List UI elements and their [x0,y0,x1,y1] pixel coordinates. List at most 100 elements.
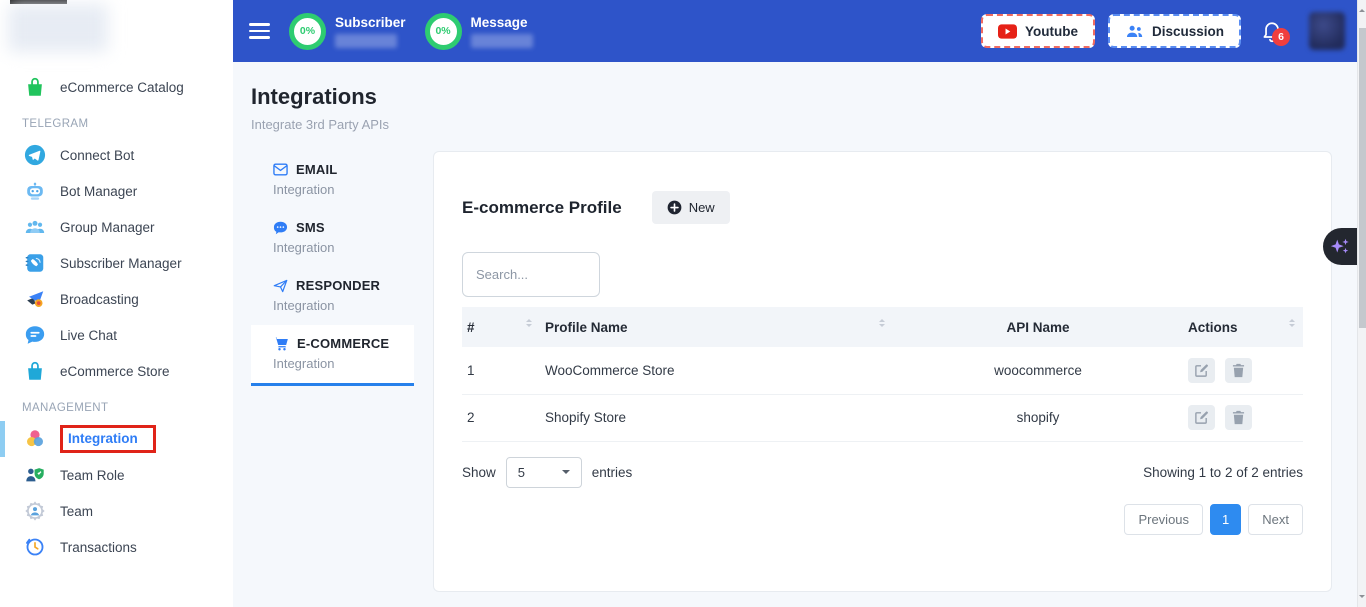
discussion-users-icon [1125,23,1144,39]
profile-name-cell: WooCommerce Store [540,347,893,394]
trash-icon [1232,363,1245,378]
scroll-up-arrow-icon[interactable] [1359,6,1365,12]
edit-pencil-icon [1194,410,1209,425]
sidebar-item-label: Subscriber Manager [60,256,182,271]
sidebar-item-label: Broadcasting [60,292,139,307]
cart-icon [273,336,289,351]
discussion-button[interactable]: Discussion [1108,14,1241,48]
column-header-api-name[interactable]: API Name [893,307,1183,347]
sidebar-item-label: Integration [68,431,138,446]
page-size-select[interactable]: 5 [506,457,582,488]
tab-email-integration[interactable]: EMAIL Integration [251,151,414,209]
sidebar-item-ecommerce-store[interactable]: eCommerce Store [0,353,233,389]
delete-button[interactable] [1225,358,1252,383]
table-row: 1 WooCommerce Store woocommerce [462,347,1303,394]
sidebar-item-broadcasting[interactable]: Broadcasting [0,281,233,317]
sidebar-section-telegram: TELEGRAM [0,105,233,137]
trash-icon [1232,410,1245,425]
column-header-actions[interactable]: Actions [1183,307,1303,347]
delete-button[interactable] [1225,405,1252,430]
redacted-stat-value [471,34,533,48]
page-title: Integrations [251,84,1332,110]
sort-icon [1289,316,1295,330]
table-header-row: # Profile Name API Name Actions [462,307,1303,347]
page-scrollbar[interactable] [1357,0,1366,607]
tab-subtitle: Integration [273,356,414,371]
sidebar-item-group-manager[interactable]: Group Manager [0,209,233,245]
contact-book-icon [24,252,46,274]
robot-icon [24,180,46,202]
api-name-cell: woocommerce [893,347,1183,394]
new-button-label: New [689,200,715,215]
stat-label: Subscriber [335,15,406,30]
column-header-profile-name[interactable]: Profile Name [540,307,893,347]
sidebar-item-label: Group Manager [60,220,155,235]
team-gear-icon [24,500,46,522]
sidebar-item-ecommerce-catalog[interactable]: eCommerce Catalog [0,69,233,105]
main-content: Integrations Integrate 3rd Party APIs EM… [233,62,1357,607]
users-group-icon [24,216,46,238]
annotation-red-box: Integration [60,425,156,453]
sidebar-item-label: Connect Bot [60,148,134,163]
previous-page-button[interactable]: Previous [1124,504,1203,535]
sidebar-item-label: Team Role [60,468,125,483]
new-profile-button[interactable]: New [652,191,730,224]
tab-title: EMAIL [296,162,337,177]
next-page-button[interactable]: Next [1248,504,1303,535]
hamburger-menu-icon[interactable] [249,23,270,39]
sidebar-item-bot-manager[interactable]: Bot Manager [0,173,233,209]
search-input[interactable] [462,252,600,297]
tab-sms-integration[interactable]: SMS Integration [251,209,414,267]
top-header-bar: 0% Subscriber 0% Message Youtube Discuss… [233,0,1357,62]
entries-label: entries [592,465,633,480]
broadcast-icon [24,288,46,310]
edit-button[interactable] [1188,358,1215,383]
column-header-num[interactable]: # [462,307,540,347]
sidebar-section-management: MANAGEMENT [0,389,233,421]
scroll-down-arrow-icon[interactable] [1359,595,1365,601]
sidebar-item-team-role[interactable]: Team Role [0,457,233,493]
sidebar-item-transactions[interactable]: Transactions [0,529,233,565]
stat-label: Message [471,15,533,30]
sidebar-item-label: eCommerce Catalog [60,80,184,95]
notifications-button[interactable]: 6 [1261,19,1283,43]
sparkles-icon [1329,236,1351,258]
integration-tabs: EMAIL Integration SMS Integration [251,151,414,386]
pagination: Previous 1 Next [462,504,1303,535]
avatar[interactable] [1309,12,1345,50]
tab-title: RESPONDER [296,278,380,293]
store-bag-icon [24,360,46,382]
edit-button[interactable] [1188,405,1215,430]
page-subtitle: Integrate 3rd Party APIs [251,117,1332,132]
sidebar-item-label: Live Chat [60,328,117,343]
sidebar-item-connect-bot[interactable]: Connect Bot [0,137,233,173]
envelope-icon [273,163,288,176]
sidebar-item-integration[interactable]: Integration [0,421,233,457]
ai-assistant-fab[interactable] [1323,228,1357,265]
youtube-button-label: Youtube [1025,24,1078,39]
sms-bubble-icon [273,221,288,235]
youtube-icon [998,24,1017,39]
logo [0,0,233,62]
discussion-button-label: Discussion [1152,24,1224,39]
sidebar-item-subscriber-manager[interactable]: Subscriber Manager [0,245,233,281]
edit-pencil-icon [1194,363,1209,378]
sort-icon [526,316,532,330]
sidebar-item-team[interactable]: Team [0,493,233,529]
sidebar-item-live-chat[interactable]: Live Chat [0,317,233,353]
plus-circle-icon [667,200,682,215]
api-name-cell: shopify [893,394,1183,441]
page-number-button[interactable]: 1 [1210,504,1241,535]
subscriber-stat: 0% Subscriber [289,13,406,50]
scrollbar-thumb[interactable] [1359,28,1366,328]
table-row: 2 Shopify Store shopify [462,394,1303,441]
panel-title: E-commerce Profile [462,198,622,218]
tab-ecommerce-integration[interactable]: E-COMMERCE Integration [251,325,414,386]
youtube-button[interactable]: Youtube [981,14,1095,48]
tab-subtitle: Integration [273,240,414,255]
tab-responder-integration[interactable]: RESPONDER Integration [251,267,414,325]
transactions-clock-icon [24,536,46,558]
message-stat: 0% Message [425,13,533,50]
sidebar-item-label: eCommerce Store [60,364,170,379]
tab-subtitle: Integration [273,298,414,313]
